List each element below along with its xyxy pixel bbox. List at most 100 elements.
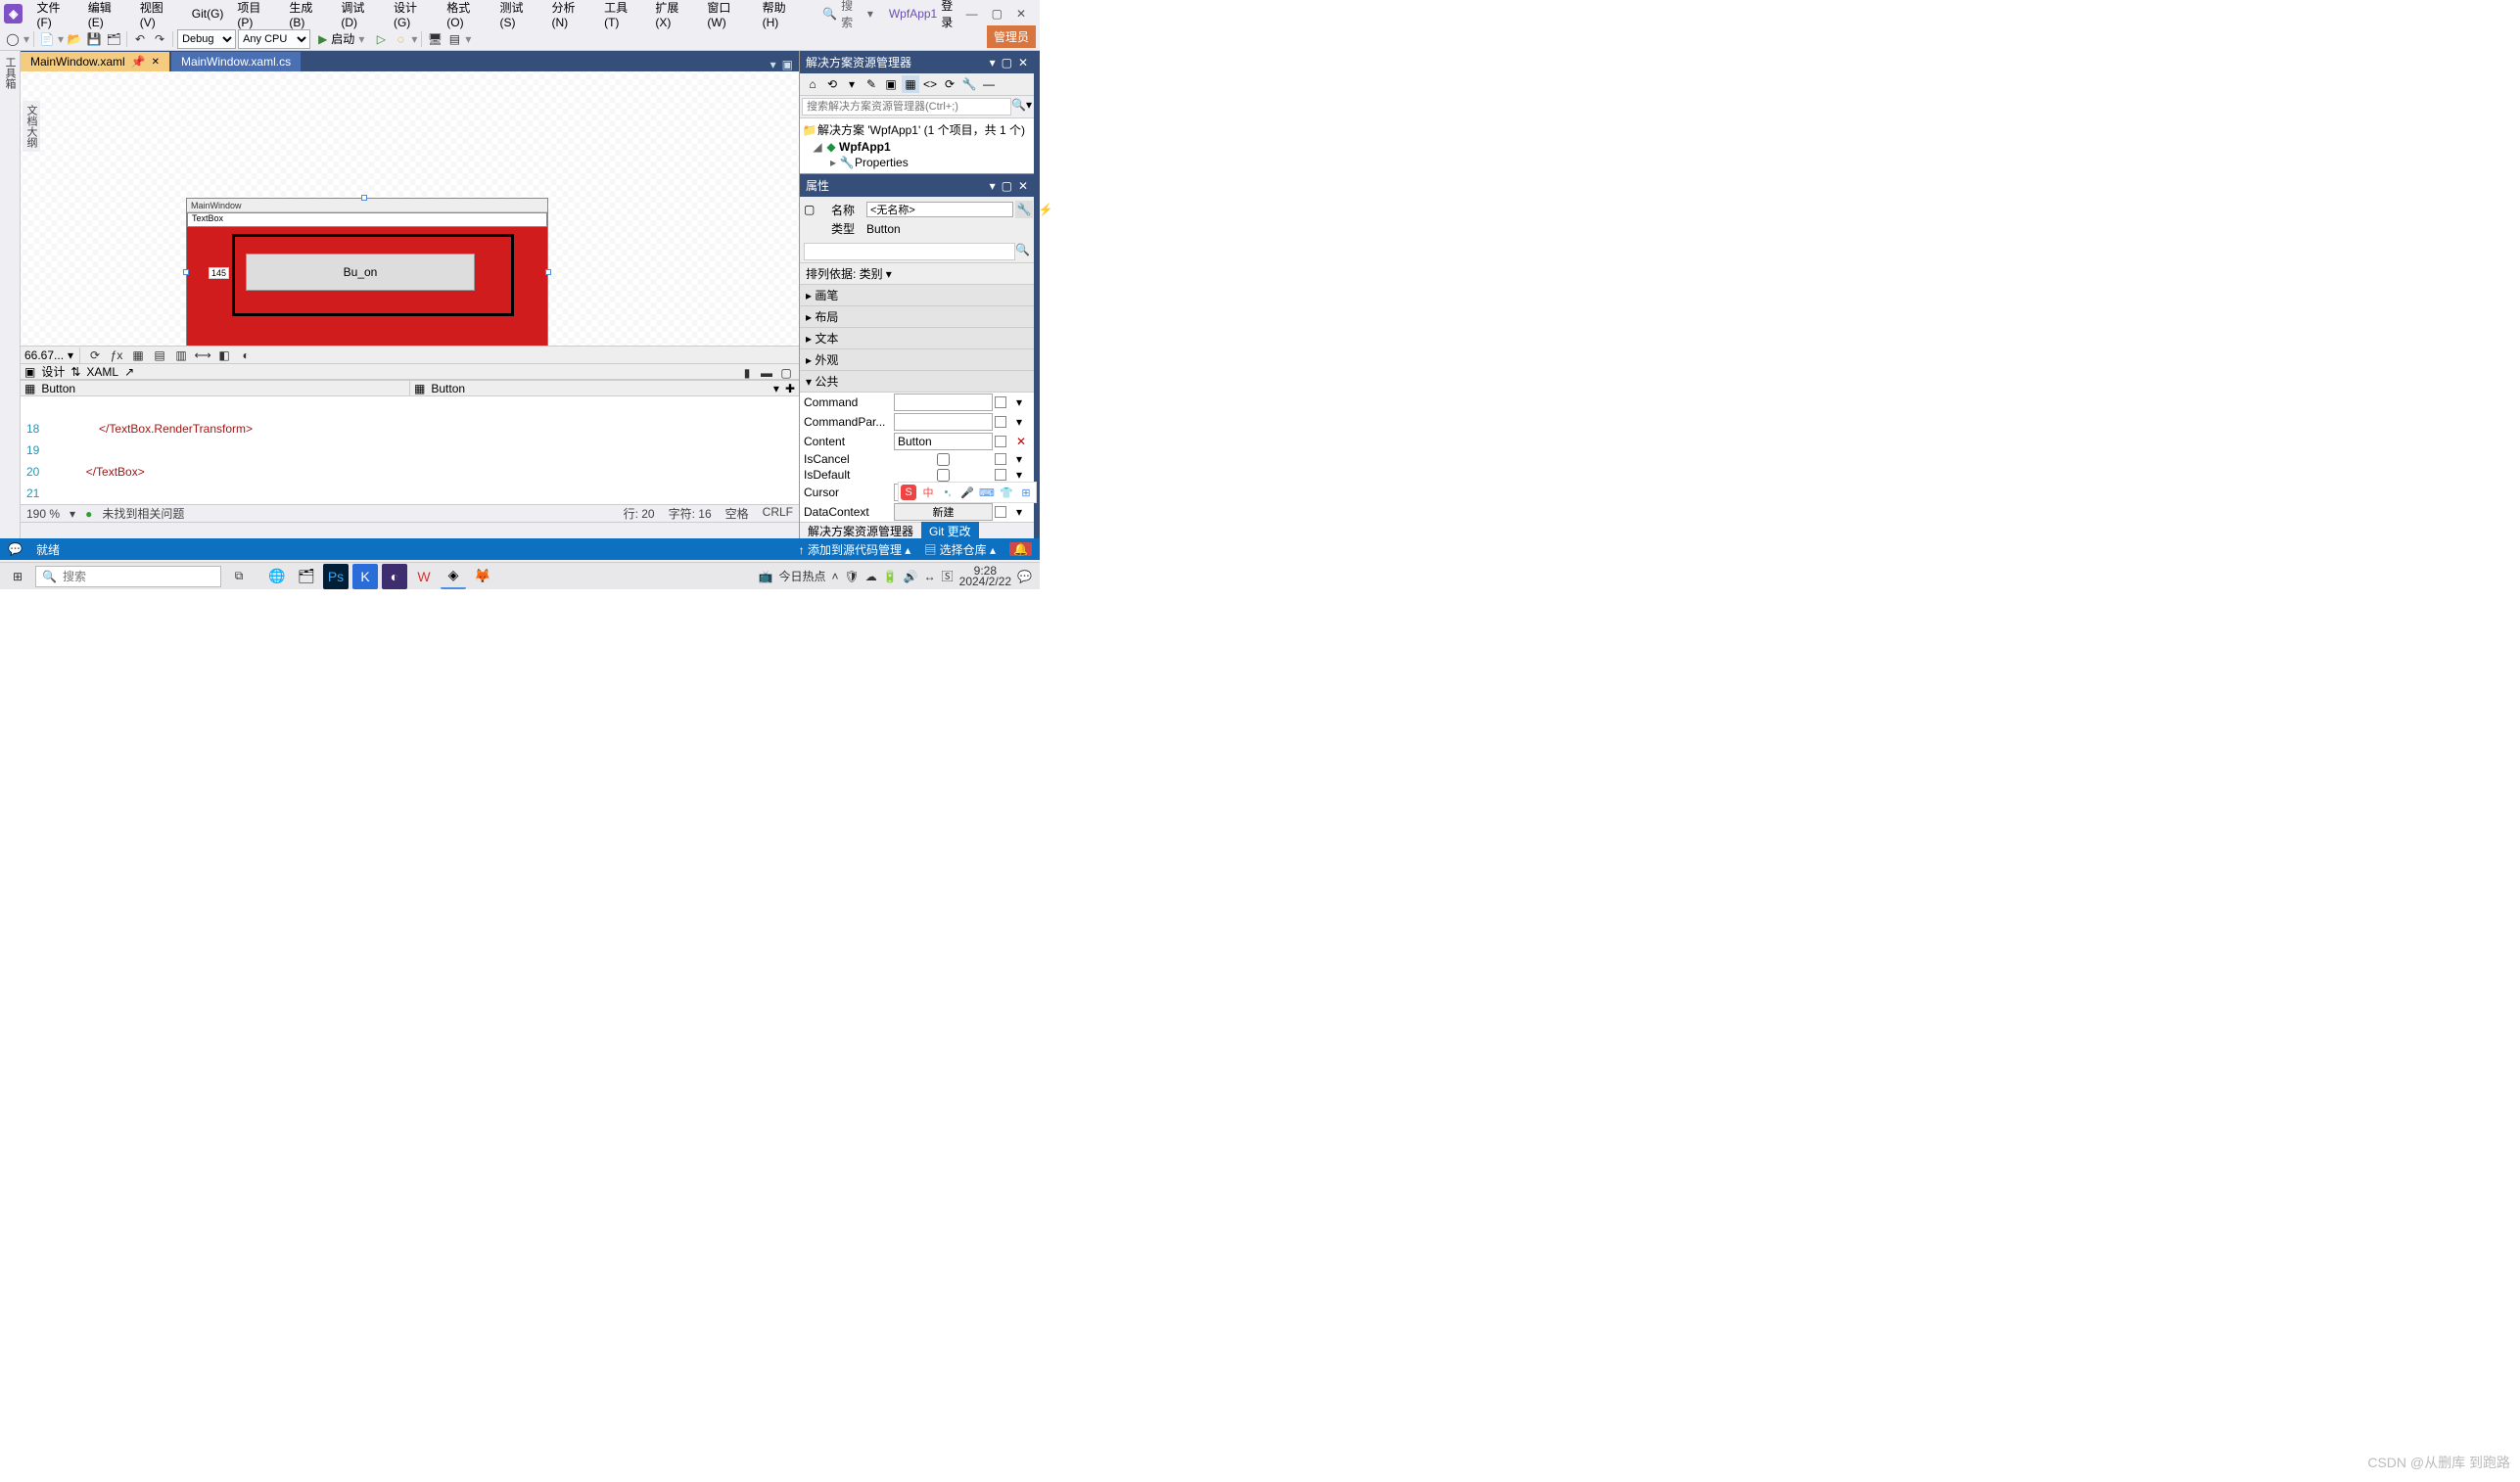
prop-value-input[interactable] <box>894 394 993 411</box>
close-icon[interactable]: ✕ <box>1016 7 1026 21</box>
chat-icon[interactable]: 💬 <box>8 542 23 556</box>
ime-toolbar[interactable]: S 中•,🎤 ⌨👕⊞ <box>898 482 1037 503</box>
cat-layout[interactable]: ▸ 布局 <box>800 306 1034 328</box>
nav-back-icon[interactable]: ◯ <box>4 30 22 48</box>
resize-handle-e[interactable] <box>545 269 551 275</box>
effects-icon[interactable]: ◧ <box>215 347 233 364</box>
switch-git[interactable]: Git 更改 <box>921 522 979 540</box>
search-icon[interactable]: 🔍 <box>1011 98 1026 116</box>
menu-window[interactable]: 窗口(W) <box>701 0 754 32</box>
menu-help[interactable]: 帮助(H) <box>757 0 808 32</box>
prop-value-input[interactable] <box>894 413 993 431</box>
save-icon[interactable]: 💾 <box>85 30 103 48</box>
home-icon[interactable]: ⌂ <box>804 75 821 93</box>
header-search[interactable]: 🔍 搜索▾ <box>822 0 873 30</box>
switch-solution[interactable]: 解决方案资源管理器 <box>800 522 921 540</box>
popup-icon[interactable]: ↗ <box>124 365 134 379</box>
code-content[interactable]: </TextBox.RenderTransform> </TextBox> <B… <box>53 396 469 504</box>
gear-icon[interactable]: — <box>980 75 998 93</box>
plus-icon[interactable]: ✚ <box>785 382 795 395</box>
marker-icon[interactable] <box>995 469 1006 481</box>
marker-icon[interactable] <box>995 396 1006 408</box>
app-k[interactable]: K <box>352 564 378 589</box>
menu-tools[interactable]: 工具(T) <box>598 0 647 32</box>
marker-icon[interactable] <box>995 506 1006 518</box>
anim-icon[interactable]: ◐ <box>237 347 255 364</box>
chevron-up-icon[interactable]: ˄ <box>831 570 838 583</box>
start-button[interactable]: ▶ 启动▾ <box>312 30 370 47</box>
resize-handle-w[interactable] <box>183 269 189 275</box>
marker-icon[interactable] <box>995 416 1006 428</box>
platform-dropdown[interactable]: Any CPU <box>238 29 310 49</box>
prop-value-input[interactable] <box>894 433 993 450</box>
issues-label[interactable]: 未找到相关问题 <box>102 505 184 522</box>
cloud-icon[interactable]: ☁ <box>865 570 877 583</box>
code-zoom[interactable]: 190 % <box>26 507 60 521</box>
solution-tree[interactable]: 📁解决方案 'WpfApp1' (1 个项目，共 1 个) ◢◆WpfApp1 … <box>800 118 1034 173</box>
toolbar-icon-b[interactable]: ▤ <box>445 30 463 48</box>
cat-brush[interactable]: ▸ 画笔 <box>800 285 1034 306</box>
sort-by[interactable]: 排列依据: 类别 ▾ <box>800 263 1034 285</box>
start-nodebug-icon[interactable]: ▷ <box>372 30 390 48</box>
button-element[interactable]: Bu_on <box>246 254 475 291</box>
maximize-icon[interactable]: ▢ <box>992 7 1003 21</box>
tab-mainwindow-cs[interactable]: MainWindow.xaml.cs <box>171 52 301 71</box>
menu-format[interactable]: 格式(O) <box>441 0 491 32</box>
save-all-icon[interactable]: 🗂 <box>105 30 122 48</box>
menu-file[interactable]: 文件(F) <box>30 0 79 32</box>
document-outline-tab[interactable]: 文档大纲 <box>23 101 40 152</box>
zoom-value[interactable]: 66.67... <box>24 348 64 362</box>
grid-icon[interactable]: ▦ <box>129 347 147 364</box>
pin-icon[interactable]: ▢ <box>1002 179 1012 193</box>
network-icon[interactable]: ↔ <box>924 570 936 583</box>
wrench-icon[interactable]: 🔧 <box>1015 201 1033 218</box>
app-ps[interactable]: Ps <box>323 564 349 589</box>
tab-overflow-icon[interactable]: ▾ <box>770 58 776 71</box>
prop-search-input[interactable] <box>804 243 1015 260</box>
close-tab-icon[interactable]: ✕ <box>152 57 160 68</box>
step-icon[interactable]: ◌ <box>392 30 409 48</box>
close-pane-icon[interactable]: ✕ <box>1018 56 1028 69</box>
config-dropdown[interactable]: Debug <box>177 29 236 49</box>
right-edge-tabs[interactable] <box>1034 51 1040 538</box>
news-icon[interactable]: 📺 <box>759 570 773 583</box>
xaml-editor[interactable]: 18 19 20 21 22 </TextBox.RenderTransform… <box>21 396 799 504</box>
app-eclipse[interactable]: ◐ <box>382 564 407 589</box>
sync-icon[interactable]: ⟲ <box>823 75 841 93</box>
repo-select[interactable]: ▤ 选择仓库 ▴ <box>924 541 996 558</box>
app-firefox[interactable]: 🦊 <box>470 564 495 589</box>
today-hot[interactable]: 今日热点 <box>778 568 825 584</box>
sidetab-toolbox[interactable]: 工具箱 <box>0 51 21 538</box>
app-browser[interactable]: 🌐 <box>264 564 290 589</box>
tab-mainwindow-xaml[interactable]: MainWindow.xaml 📌 ✕ <box>21 52 169 71</box>
snap-icon[interactable]: ▤ <box>151 347 168 364</box>
marker-icon[interactable] <box>995 453 1006 465</box>
marker-icon[interactable] <box>995 436 1006 447</box>
cat-common[interactable]: ▾ 公共 <box>800 371 1034 393</box>
right-element-combo[interactable]: Button <box>431 382 465 395</box>
menu-ext[interactable]: 扩展(X) <box>649 0 699 32</box>
notification-icon[interactable]: 🔔 <box>1009 542 1032 556</box>
menu-project[interactable]: 项目(P) <box>231 0 281 32</box>
new-button[interactable]: 新建 <box>894 503 993 521</box>
login-link[interactable]: 登录 <box>941 0 963 30</box>
volume-icon[interactable]: 🔊 <box>904 570 918 583</box>
name-input[interactable] <box>866 202 1013 217</box>
ruler-icon[interactable]: ⟷ <box>194 347 211 364</box>
tab-xaml[interactable]: XAML <box>86 365 118 379</box>
app-explorer[interactable]: 🗂 <box>294 564 319 589</box>
pane-dropdown-icon[interactable]: ▾ <box>990 56 996 69</box>
app-visualstudio[interactable]: ◈ <box>441 564 466 589</box>
swap-icon[interactable]: ⇅ <box>70 365 80 379</box>
menu-build[interactable]: 生成(B) <box>283 0 333 32</box>
code-icon[interactable]: <> <box>921 75 939 93</box>
textbox-element[interactable]: TextBox <box>187 212 547 227</box>
app-w[interactable]: W <box>411 564 437 589</box>
menu-git[interactable]: Git(G) <box>186 4 230 23</box>
prop-checkbox[interactable] <box>894 453 993 466</box>
start-button[interactable]: ⊞ <box>0 563 35 590</box>
action-center-icon[interactable]: 💬 <box>1017 570 1032 583</box>
pane-dropdown-icon[interactable]: ▾ <box>990 179 996 193</box>
task-view-icon[interactable]: ⧉ <box>221 563 257 590</box>
prop-checkbox[interactable] <box>894 469 993 482</box>
